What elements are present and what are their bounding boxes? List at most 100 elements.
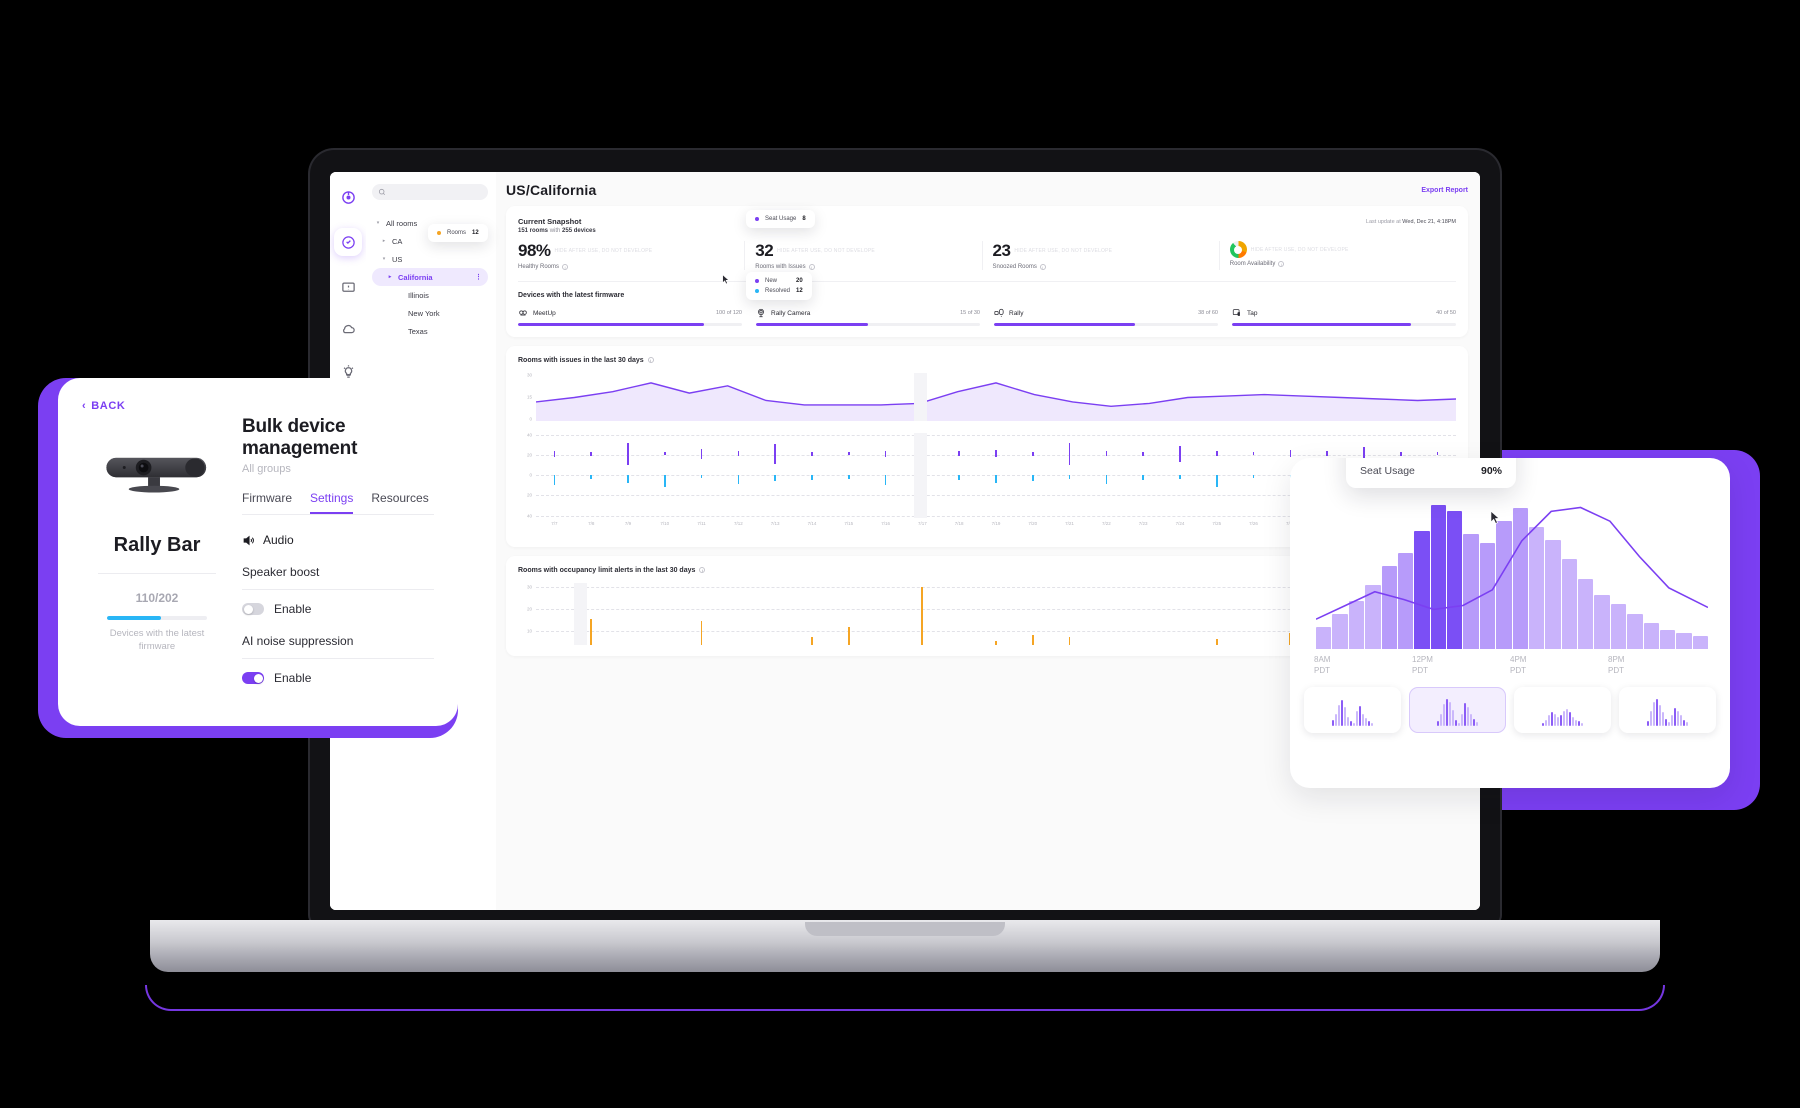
x-axis-tick: 7/18 [954,520,964,526]
logo-icon[interactable] [337,186,359,208]
tree-item-menu-icon[interactable]: ⋮ [475,273,482,281]
setting-toggle-row[interactable]: Enable [242,602,434,616]
rally-camera-icon [756,308,766,318]
thumbnail-bar [1446,698,1448,726]
chevron-right-icon[interactable]: ▸ [380,238,388,244]
occupancy-chart-title-text: Rooms with occupancy limit alerts in the… [518,566,696,574]
metric-value: 23 [992,241,1011,260]
usage-bar [1528,527,1545,649]
thumbnail-bar [1653,701,1655,726]
usage-bar [1414,530,1430,649]
device-count-value: 110 [135,591,155,605]
bar-resolved [1252,475,1255,478]
tab-settings[interactable]: Settings [310,491,354,514]
usage-bar [1332,613,1348,649]
panel-title: Bulk device management [242,416,358,459]
usage-bar [1692,636,1708,649]
tree-item-texas[interactable]: Texas [372,322,488,340]
info-icon[interactable]: i [699,567,706,573]
usage-bar [1627,613,1643,649]
occupancy-chart-title: Rooms with occupancy limit alerts in the… [518,566,706,574]
thumbnail-bar [1560,715,1562,726]
bar-column [536,433,573,518]
back-button[interactable]: ‹ BACK [82,400,434,412]
thumbnail-bar [1671,714,1673,726]
firmware-item-rally: Rally 38 of 60 [994,308,1218,326]
thumbnail-bar [1551,711,1553,726]
bar-column [646,433,683,518]
bar-column [683,583,720,645]
tree-item-illinois[interactable]: Illinois [372,286,488,304]
laptop-glow-outline [145,985,1665,1011]
bar-resolved [774,475,776,481]
tree-item-us[interactable]: ▾ US [372,250,488,268]
bar-column [720,583,757,645]
metric-watermark: HIDE AFTER USE, DO NOT DEVELOPE [1014,248,1113,254]
page-title: US/California [506,182,597,198]
thumbnail-bar [1563,710,1565,726]
chevron-right-icon[interactable]: ▸ [386,274,394,280]
bar-resolved [1215,475,1218,487]
bar-new [1252,452,1255,456]
sidebar-item-rooms[interactable] [337,276,359,298]
tree-item-new-york[interactable]: New York [372,304,488,322]
info-icon[interactable]: i [647,357,654,363]
thumbnail-bar [1566,708,1568,726]
firmware-item-rally-camera: Rally Camera 15 of 30 [756,308,980,326]
issues-bar-yaxis: 40 20 0 20 40 [526,432,532,518]
info-icon[interactable]: i [1039,264,1046,270]
settings-list: Speaker boost Enable AI noise suppression E… [242,565,434,685]
tree-item-california[interactable]: ▸ California ⋮ [372,268,488,286]
info-icon[interactable]: i [808,264,815,270]
thumbnail-bar [1476,722,1478,726]
search-input[interactable] [372,184,488,200]
device-firmware-count: 110/202 [136,586,179,608]
bar-column [1125,583,1162,645]
bulk-device-management-panel: ‹ BACK Rally Bar 110/202 Devices with th… [38,378,458,738]
chevron-down-icon[interactable]: ▾ [380,256,388,262]
usage-thumbnail[interactable] [1514,686,1611,733]
bulk-panel-settings: Bulk device management All groups Firmwa… [242,414,434,704]
sidebar-item-dashboard[interactable] [334,228,362,256]
usage-bar [1676,633,1692,649]
seat-usage-tooltip: Seat Usage 8 [746,210,815,228]
bar-column [1235,433,1272,518]
bar-column [830,583,867,645]
bar-column [941,583,978,645]
x-axis-tick: 7/15 [844,520,854,526]
sidebar-item-cloud[interactable] [337,318,359,340]
tab-resources[interactable]: Resources [371,491,428,514]
setting-toggle-row[interactable]: Enable [242,671,434,685]
usage-thumbnail[interactable] [1409,686,1506,733]
usage-thumbnail[interactable] [1304,686,1401,733]
export-report-button[interactable]: Export Report [1421,187,1468,194]
x-axis-tick: 7/14 [807,520,817,526]
toggle-switch[interactable] [242,672,264,684]
usage-thumbnail[interactable] [1619,686,1716,733]
thumbnail-bar [1569,712,1571,726]
toggle-switch[interactable] [242,603,264,615]
occupancy-bar [811,636,813,645]
screenshot-root: ▾ All rooms ▸ CA ▾ US ▸ California ⋮ Illinois New … [0,0,1800,1108]
x-axis-tick: 7/7 [551,520,558,526]
tooltip-label: Seat Usage [765,216,797,222]
firmware-progress-track [1232,323,1456,326]
info-icon[interactable]: i [562,264,569,270]
snapshot-rooms-count: 151 rooms [518,228,549,234]
device-progress-fill [107,616,161,620]
metric-watermark: HIDE AFTER USE, DO NOT DEVELOPE [554,248,653,254]
bar-column [683,433,720,518]
tab-firmware[interactable]: Firmware [242,491,292,514]
chevron-down-icon[interactable]: ▾ [374,220,382,226]
usage-bar [1479,543,1496,649]
issues-chart-title-text: Rooms with issues in the last 30 days [518,356,644,364]
mouse-cursor-icon [1490,510,1501,525]
divider [242,658,434,659]
bar-resolved [995,475,997,483]
current-snapshot-card: Current Snapshot 151 rooms with 255 devi… [506,206,1468,337]
info-icon[interactable]: i [1278,261,1285,267]
audio-section-header: Audio [242,533,434,547]
tooltip-rows: Meeting Usage28%Seat Usage90% [1360,458,1502,477]
tooltip-value: 8 [802,216,806,222]
x-axis-tick: 7/25 [1212,520,1222,526]
